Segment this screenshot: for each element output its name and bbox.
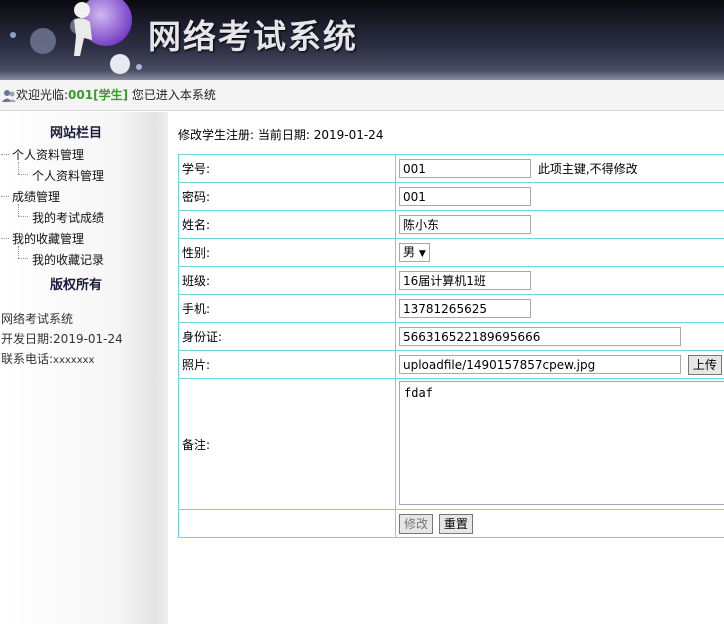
reset-button[interactable]: 重置 xyxy=(438,513,473,534)
contact-phone: 联系电话:xxxxxxx xyxy=(1,352,95,366)
copyright-heading: 版权所有 xyxy=(49,278,102,293)
remark-textarea[interactable]: fdaf xyxy=(399,380,724,505)
decor-dot xyxy=(10,32,16,38)
welcome-bar: 欢迎光临:001[学生] 您已进入本系统 xyxy=(0,80,724,111)
decor-bubble xyxy=(30,28,56,54)
form-row-student-id: 学号: 此项主键,不得修改 xyxy=(178,154,724,183)
sidebar-group-favorites[interactable]: 我的收藏管理 xyxy=(12,230,84,247)
system-name: 网络考试系统 xyxy=(1,312,74,326)
form-row-phone: 手机: xyxy=(178,294,724,323)
label-id-card: 身份证: xyxy=(178,322,396,351)
label-password: 密码: xyxy=(178,182,396,211)
tree-connector xyxy=(18,204,19,216)
gender-select[interactable]: 男 ▼ xyxy=(399,243,430,262)
welcome-suffix: 您已进入本系统 xyxy=(128,88,216,102)
form-row-actions: 修改 重置 xyxy=(178,509,724,538)
tree-connector xyxy=(1,196,9,197)
phone-input[interactable] xyxy=(399,299,531,318)
form-row-photo: 照片: 上传 xyxy=(178,350,724,379)
empty-cell xyxy=(178,509,396,538)
label-remark: 备注: xyxy=(178,378,396,510)
student-id-note: 此项主键,不得修改 xyxy=(537,161,638,176)
password-input[interactable] xyxy=(399,187,531,206)
sidebar-group-scores[interactable]: 成绩管理 xyxy=(12,188,60,205)
sidebar-item-profile[interactable]: 个人资料管理 xyxy=(32,167,104,184)
sidebar-item-favorites[interactable]: 我的收藏记录 xyxy=(32,251,104,268)
decor-bubble xyxy=(110,54,130,74)
decor-dot xyxy=(136,64,142,70)
label-class: 班级: xyxy=(178,266,396,295)
form-row-name: 姓名: xyxy=(178,210,724,239)
id-card-input[interactable] xyxy=(399,327,681,346)
sidebar: 网站栏目 个人资料管理 个人资料管理 成绩管理 我的考试成绩 我的收藏管理 我的… xyxy=(0,112,168,624)
photo-path-input[interactable] xyxy=(399,355,681,374)
header-banner: 网络考试系统 xyxy=(0,0,724,80)
tree-connector xyxy=(18,246,19,258)
name-input[interactable] xyxy=(399,215,531,234)
tree-connector xyxy=(1,238,9,239)
app-title: 网络考试系统 xyxy=(148,17,358,56)
users-icon xyxy=(2,89,16,102)
upload-button[interactable]: 上传 xyxy=(687,354,722,375)
sidebar-heading: 网站栏目 xyxy=(49,126,102,141)
student-edit-form: 学号: 此项主键,不得修改 密码: 姓名: 性别: 男 ▼ 班级: 手机: 身 xyxy=(178,154,724,538)
label-gender: 性别: xyxy=(178,238,396,267)
tree-connector xyxy=(18,258,28,259)
tree-connector xyxy=(18,174,28,175)
student-id-input[interactable] xyxy=(399,159,531,178)
dev-date: 开发日期:2019-01-24 xyxy=(1,332,123,346)
label-student-id: 学号: xyxy=(178,154,396,183)
mascot-figure-icon xyxy=(74,2,92,56)
class-input[interactable] xyxy=(399,271,531,290)
sidebar-item-my-scores[interactable]: 我的考试成绩 xyxy=(32,209,104,226)
submit-button[interactable]: 修改 xyxy=(399,513,434,534)
label-phone: 手机: xyxy=(178,294,396,323)
welcome-prefix: 欢迎光临: xyxy=(16,88,69,102)
form-row-remark: 备注: fdaf xyxy=(178,378,724,510)
form-row-id-card: 身份证: xyxy=(178,322,724,351)
tree-connector xyxy=(18,216,28,217)
form-row-password: 密码: xyxy=(178,182,724,211)
form-row-class: 班级: xyxy=(178,266,724,295)
form-row-gender: 性别: 男 ▼ xyxy=(178,238,724,267)
welcome-username: 001[学生] xyxy=(68,88,129,102)
tree-connector xyxy=(1,154,9,155)
page-caption: 修改学生注册: 当前日期: 2019-01-24 xyxy=(178,128,384,142)
label-name: 姓名: xyxy=(178,210,396,239)
sidebar-group-profile[interactable]: 个人资料管理 xyxy=(12,146,84,163)
label-photo: 照片: xyxy=(178,350,396,379)
tree-connector xyxy=(18,162,19,174)
dropdown-arrow-icon: ▼ xyxy=(418,249,426,259)
